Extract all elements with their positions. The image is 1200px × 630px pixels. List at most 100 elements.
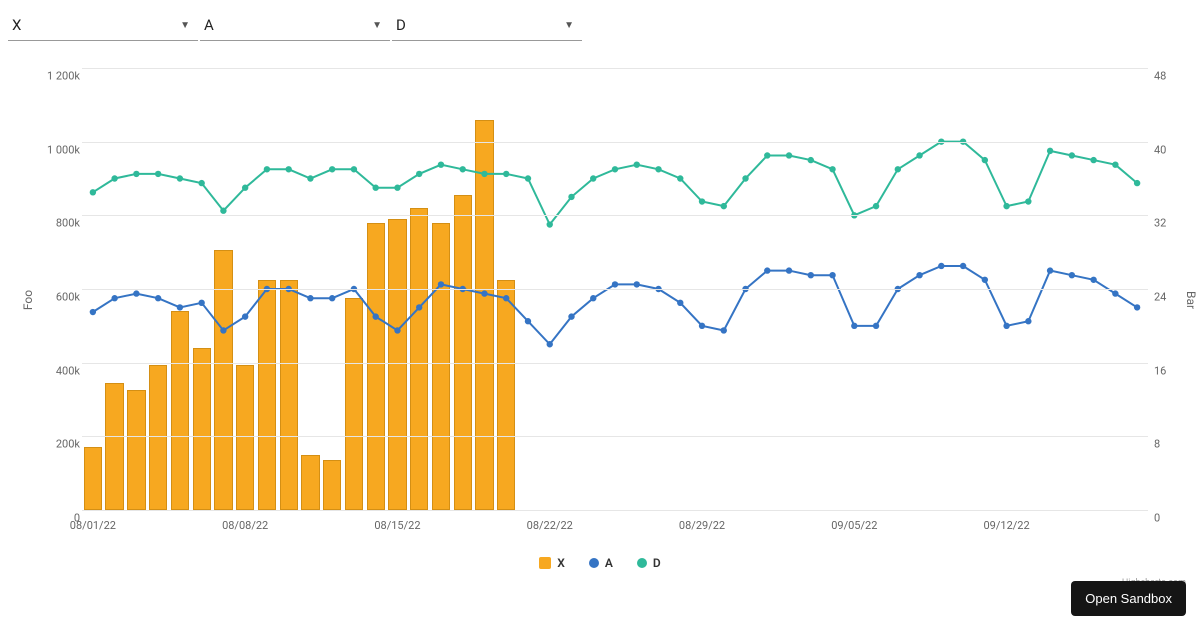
y-right-tick: 16 <box>1154 364 1184 377</box>
filter-d[interactable]: D ▼ <box>392 10 582 41</box>
data-point[interactable] <box>111 175 117 181</box>
data-point[interactable] <box>1003 323 1009 329</box>
data-point[interactable] <box>829 272 835 278</box>
data-point[interactable] <box>481 171 487 177</box>
data-point[interactable] <box>547 341 553 347</box>
data-point[interactable] <box>786 267 792 273</box>
data-point[interactable] <box>90 189 96 195</box>
data-point[interactable] <box>438 161 444 167</box>
data-point[interactable] <box>525 175 531 181</box>
data-point[interactable] <box>655 166 661 172</box>
data-point[interactable] <box>677 300 683 306</box>
data-point[interactable] <box>1069 272 1075 278</box>
data-point[interactable] <box>634 161 640 167</box>
data-point[interactable] <box>612 166 618 172</box>
data-point[interactable] <box>1134 180 1140 186</box>
data-point[interactable] <box>155 171 161 177</box>
data-point[interactable] <box>220 208 226 214</box>
data-point[interactable] <box>938 263 944 269</box>
data-point[interactable] <box>829 166 835 172</box>
data-point[interactable] <box>590 295 596 301</box>
data-point[interactable] <box>438 281 444 287</box>
data-point[interactable] <box>372 185 378 191</box>
data-point[interactable] <box>721 203 727 209</box>
data-point[interactable] <box>460 166 466 172</box>
data-point[interactable] <box>1112 161 1118 167</box>
open-sandbox-button[interactable]: Open Sandbox <box>1071 581 1186 616</box>
data-point[interactable] <box>133 290 139 296</box>
data-point[interactable] <box>177 175 183 181</box>
y-left-tick: 800k <box>46 217 80 230</box>
data-point[interactable] <box>242 185 248 191</box>
data-point[interactable] <box>329 295 335 301</box>
data-point[interactable] <box>242 313 248 319</box>
data-point[interactable] <box>481 290 487 296</box>
data-point[interactable] <box>198 180 204 186</box>
data-point[interactable] <box>503 171 509 177</box>
data-point[interactable] <box>1047 267 1053 273</box>
data-point[interactable] <box>1047 148 1053 154</box>
data-point[interactable] <box>329 166 335 172</box>
data-point[interactable] <box>786 152 792 158</box>
data-point[interactable] <box>1134 304 1140 310</box>
data-point[interactable] <box>351 166 357 172</box>
data-point[interactable] <box>1112 290 1118 296</box>
data-point[interactable] <box>416 171 422 177</box>
legend-item-x[interactable]: X <box>539 556 565 570</box>
data-point[interactable] <box>873 203 879 209</box>
data-point[interactable] <box>264 166 270 172</box>
data-point[interactable] <box>1090 157 1096 163</box>
data-point[interactable] <box>525 318 531 324</box>
data-point[interactable] <box>982 157 988 163</box>
data-point[interactable] <box>808 272 814 278</box>
data-point[interactable] <box>677 175 683 181</box>
data-point[interactable] <box>1090 277 1096 283</box>
data-point[interactable] <box>808 157 814 163</box>
filter-label: X <box>12 16 21 34</box>
legend-item-d[interactable]: D <box>637 556 661 570</box>
data-point[interactable] <box>394 185 400 191</box>
data-point[interactable] <box>699 198 705 204</box>
data-point[interactable] <box>764 267 770 273</box>
data-point[interactable] <box>416 304 422 310</box>
data-point[interactable] <box>568 313 574 319</box>
data-point[interactable] <box>916 272 922 278</box>
legend-item-a[interactable]: A <box>589 556 613 570</box>
data-point[interactable] <box>90 309 96 315</box>
data-point[interactable] <box>851 323 857 329</box>
filter-x[interactable]: X ▼ <box>8 10 198 41</box>
data-point[interactable] <box>155 295 161 301</box>
data-point[interactable] <box>568 194 574 200</box>
data-point[interactable] <box>590 175 596 181</box>
data-point[interactable] <box>916 152 922 158</box>
data-point[interactable] <box>177 304 183 310</box>
data-point[interactable] <box>612 281 618 287</box>
data-point[interactable] <box>307 175 313 181</box>
data-point[interactable] <box>895 166 901 172</box>
data-point[interactable] <box>742 175 748 181</box>
data-point[interactable] <box>1025 318 1031 324</box>
data-point[interactable] <box>873 323 879 329</box>
filter-a[interactable]: A ▼ <box>200 10 390 41</box>
y-right-tick: 24 <box>1154 291 1184 304</box>
data-point[interactable] <box>1003 203 1009 209</box>
data-point[interactable] <box>547 221 553 227</box>
data-point[interactable] <box>721 327 727 333</box>
data-point[interactable] <box>133 171 139 177</box>
data-point[interactable] <box>307 295 313 301</box>
data-point[interactable] <box>503 295 509 301</box>
data-point[interactable] <box>982 277 988 283</box>
data-point[interactable] <box>394 327 400 333</box>
data-point[interactable] <box>1069 152 1075 158</box>
square-icon <box>539 557 551 569</box>
data-point[interactable] <box>1025 198 1031 204</box>
data-point[interactable] <box>372 313 378 319</box>
data-point[interactable] <box>220 327 226 333</box>
data-point[interactable] <box>960 263 966 269</box>
data-point[interactable] <box>634 281 640 287</box>
data-point[interactable] <box>198 300 204 306</box>
data-point[interactable] <box>285 166 291 172</box>
data-point[interactable] <box>111 295 117 301</box>
data-point[interactable] <box>699 323 705 329</box>
data-point[interactable] <box>764 152 770 158</box>
